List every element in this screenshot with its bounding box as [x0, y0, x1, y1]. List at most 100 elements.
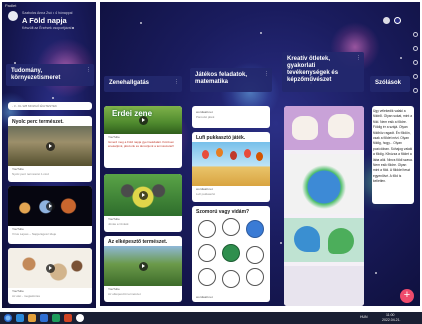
padlet-owner: Szabolcs Anna Zsó • 4 hónappal: [22, 11, 73, 15]
post-card-elkepeszto[interactable]: Az elképesztő természet. YouTube Az elké…: [104, 236, 182, 302]
video-thumbnail[interactable]: [8, 126, 92, 166]
hand-icon: [292, 116, 318, 140]
video-thumbnail[interactable]: [8, 186, 92, 226]
earth-icon: [198, 220, 216, 238]
balloon-icon: [230, 151, 237, 160]
padlet-title: A Föld napja: [22, 16, 67, 25]
app-label: Padlet: [5, 3, 17, 8]
balloon-icon: [256, 152, 263, 161]
excel-icon[interactable]: [52, 314, 60, 322]
column-title: Tudomány, környezetismeret: [11, 68, 61, 81]
earth-plate-photo[interactable]: [284, 154, 364, 214]
more-dots-icon[interactable]: ⋮: [264, 71, 269, 78]
earth-icon: [246, 268, 264, 286]
video-thumbnail[interactable]: Erdei zene: [104, 106, 182, 134]
post-caption: Ismerd meg a Föld napja gyermekdalait. K…: [108, 140, 175, 148]
play-icon[interactable]: [138, 261, 148, 271]
earth-icon: [198, 268, 216, 286]
padlet-left-pane: Padlet Szabolcs Anna Zsó • 4 hónappal A …: [2, 2, 96, 308]
profile-button[interactable]: [383, 17, 390, 24]
hand-icon: [328, 114, 354, 138]
heart-shape: [328, 228, 354, 254]
post-caption: Jónás a Cinkék: [108, 222, 129, 226]
padlet-board-pane: Zenehallgatás ⋮ Játékos feladatok, matem…: [100, 2, 420, 306]
video-thumbnail[interactable]: [104, 246, 182, 286]
earth-icon: [222, 218, 240, 236]
post-card-erdei-zene[interactable]: Erdei zene YouTube Ismerd meg a Föld nap…: [104, 106, 182, 168]
post-card-lufi[interactable]: Lufi pukkasztó játék. wordwall.net Lufi …: [192, 132, 270, 202]
post-title: Nyolc perc természet.: [12, 119, 64, 125]
play-icon[interactable]: [138, 115, 148, 125]
share-icon[interactable]: [413, 46, 418, 51]
post-card-szomoru[interactable]: Szomorú vagy vidám? wordwall.net: [192, 206, 270, 302]
post-card-nyolc-perc[interactable]: Nyolc perc természet. YouTube Nyolc perc…: [8, 116, 92, 182]
column-title: Szólások: [375, 80, 402, 86]
menu-button[interactable]: [394, 17, 401, 24]
more-dots-icon[interactable]: ⋮: [174, 79, 179, 86]
balloon-icon: [202, 150, 209, 159]
post-caption: Az élet - megtekintés: [12, 294, 41, 298]
start-button-icon[interactable]: [4, 314, 12, 322]
post-card-parosito[interactable]: wordwall.net Párosító játék: [192, 106, 270, 128]
balloon-icon: [216, 148, 223, 157]
powerpoint-icon[interactable]: [64, 314, 72, 322]
post-card[interactable]: - 3 - KL.W8 MOZGÓ ÉGITESTEK: [8, 102, 92, 110]
craft-hands-photo[interactable]: [284, 106, 364, 150]
column-header-music[interactable]: Zenehallgatás ⋮: [104, 76, 182, 92]
craft-photo[interactable]: [284, 266, 364, 306]
earth-icon: [222, 244, 240, 262]
play-icon[interactable]: [138, 190, 148, 200]
heart-shape: [294, 226, 320, 252]
folder-icon[interactable]: [28, 314, 36, 322]
column-header-creative[interactable]: Kreatív ötletek, gyakorlati tevékenysége…: [282, 52, 364, 92]
browser-icon[interactable]: [16, 314, 24, 322]
column-title: Kreatív ötletek, gyakorlati tevékenysége…: [287, 56, 339, 83]
post-caption: Nyolc perc természet 1.rész: [12, 172, 50, 176]
windows-taskbar: HUN 11:00 2022.04.21.: [0, 312, 422, 324]
post-caption: Lufi pukkasztó: [196, 192, 216, 196]
column-header-games[interactable]: Játékos feladatok, matematika ⋮: [190, 68, 272, 92]
play-icon[interactable]: [45, 263, 55, 273]
heart-icon[interactable]: [413, 32, 418, 37]
earth-icon: [246, 246, 264, 264]
clock-date[interactable]: 2022.04.21.: [382, 318, 401, 322]
post-caption: Párosító játék: [196, 115, 215, 119]
post-card-planets[interactable]: YouTube Vírus Lajoss – Napja Egész Ideje: [8, 186, 92, 244]
game-thumbnail[interactable]: [192, 142, 270, 186]
column-header-sayings[interactable]: Szólások: [370, 76, 410, 92]
word-icon[interactable]: [40, 314, 48, 322]
slideshow-icon[interactable]: [413, 74, 418, 79]
post-card-cinkek[interactable]: YouTube Jónás a Cinkék: [104, 174, 182, 232]
post-source: wordwall.net: [196, 295, 213, 299]
post-source: wordwall.net: [196, 110, 213, 114]
video-thumbnail[interactable]: [104, 174, 182, 216]
play-icon[interactable]: [45, 141, 55, 151]
more-dots-icon[interactable]: ⋮: [86, 67, 91, 74]
play-icon[interactable]: [45, 201, 55, 211]
post-title: Szomorú vagy vidám?: [196, 209, 250, 215]
post-title: Lufi pukkasztó játék.: [196, 135, 246, 141]
earth-hearts-photo[interactable]: [284, 218, 364, 262]
post-caption: Vírus Lajoss – Napja Egész Ideje: [12, 232, 57, 236]
post-caption: Az elképesztő természet: [108, 292, 141, 296]
padlet-subtitle: Készült az Érzések csoportjával: [22, 26, 72, 30]
column-header-science[interactable]: Tudomány, környezetismeret ⋮: [6, 64, 94, 86]
more-dots-icon[interactable]: ⋮: [356, 55, 361, 62]
earth-icon: [246, 220, 264, 238]
add-post-button[interactable]: +: [400, 289, 414, 303]
video-thumbnail[interactable]: [8, 248, 92, 288]
chrome-icon[interactable]: [76, 314, 84, 322]
balloon-icon: [244, 149, 251, 158]
earth-icon: [222, 270, 240, 288]
clock-time[interactable]: 11:00: [386, 313, 395, 317]
post-title: Az elképesztő természet.: [108, 239, 168, 245]
post-card-nature[interactable]: YouTube Az élet - megtekintés: [8, 248, 92, 304]
column-title: Játékos feladatok, matematika: [195, 72, 248, 85]
padlet-avatar: [8, 11, 18, 21]
post-card-creative-photos[interactable]: [284, 106, 364, 306]
input-language[interactable]: HUN: [360, 315, 368, 319]
remake-icon[interactable]: [413, 60, 418, 65]
column-title: Zenehallgatás: [109, 80, 150, 86]
gear-icon[interactable]: [413, 88, 418, 93]
worksheet-thumbnail[interactable]: [192, 216, 270, 294]
